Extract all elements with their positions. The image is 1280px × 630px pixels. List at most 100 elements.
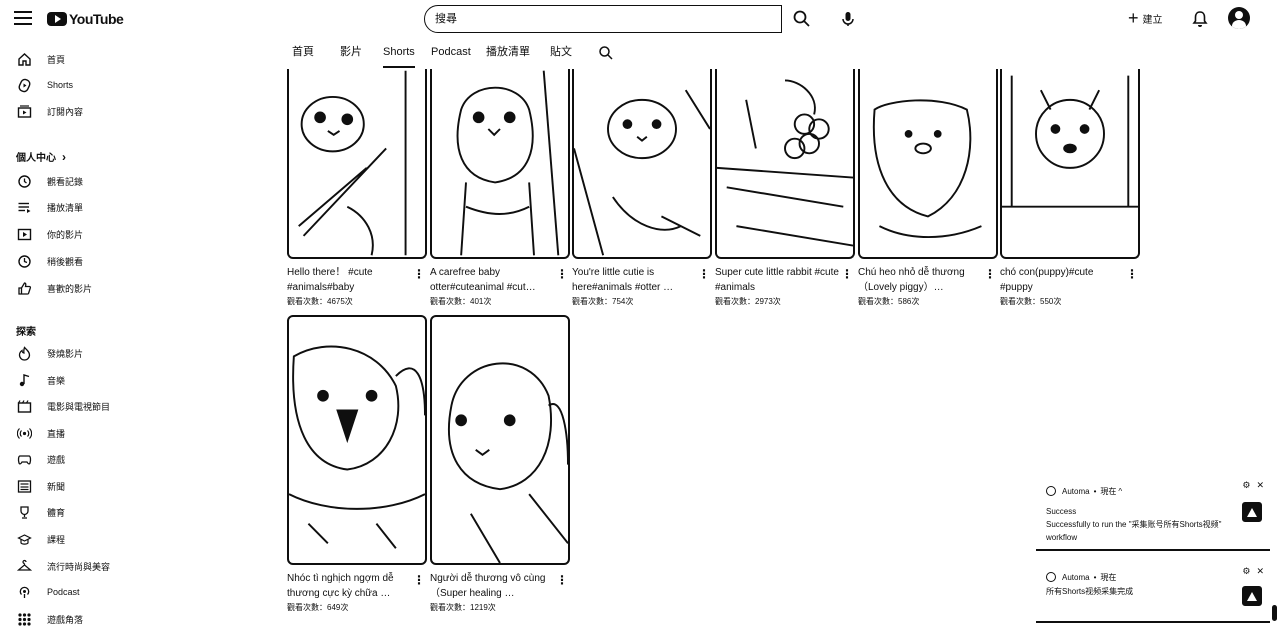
short-thumbnail[interactable] (572, 69, 712, 259)
create-label: 建立 (1142, 14, 1163, 26)
channel-search-icon[interactable] (598, 45, 614, 61)
more-options-icon[interactable]: ⋮ (698, 267, 710, 281)
short-title[interactable]: A carefree baby otter#cuteanimal #cut… (430, 265, 554, 295)
sidebar-item-watch-later[interactable]: 稍後觀看 (16, 251, 83, 271)
sidebar-item-home[interactable]: 首頁 (16, 49, 65, 69)
short-thumbnail[interactable] (430, 315, 570, 565)
tab-home[interactable]: 首頁 (292, 42, 314, 68)
sidebar-item-movies[interactable]: 電影與電視節目 (16, 396, 110, 416)
notifications-icon[interactable] (1190, 9, 1210, 29)
notification-header: Automa • 現在 ^ (1036, 485, 1270, 497)
notification-body: 所有Shorts视频采集完成 (1036, 585, 1226, 598)
movies-icon (16, 398, 32, 414)
sidebar-item-news[interactable]: 新聞 (16, 476, 65, 496)
sidebar-item-history[interactable]: 觀看記錄 (16, 171, 83, 191)
tab-podcast[interactable]: Podcast (431, 42, 471, 68)
notification-time: 現在 (1100, 572, 1117, 582)
short-thumbnail[interactable] (287, 315, 427, 565)
search-icon[interactable] (792, 9, 812, 29)
sidebar-item-label: 首頁 (47, 54, 66, 65)
automa-notification[interactable]: Automa • 現在 ⚙ ✕ 所有Shorts视频采集完成 (1036, 566, 1270, 623)
sidebar-item-label: 稍後觀看 (47, 256, 84, 267)
sidebar-item-shorts[interactable]: Shorts (16, 75, 73, 95)
playables-icon (16, 611, 32, 627)
microphone-icon[interactable] (838, 9, 858, 29)
automa-notification[interactable]: Automa • 現在 ^ ⚙ ✕ Success Successfully t… (1036, 480, 1270, 551)
short-card[interactable]: chó con(puppy)#cute #puppy 觀看次數：550次 ⋮ (1000, 69, 1140, 307)
short-views: 觀看次數：550次 (1000, 297, 1062, 306)
short-thumbnail[interactable] (1000, 69, 1140, 259)
sidebar-item-subscriptions[interactable]: 訂閱內容 (16, 101, 83, 121)
sidebar-item-label: 訂閱內容 (47, 106, 84, 117)
sidebar-item-label: 體育 (47, 507, 66, 518)
create-button[interactable]: + 建立 (1128, 9, 1163, 27)
more-options-icon[interactable]: ⋮ (841, 267, 853, 281)
trophy-icon (16, 504, 32, 520)
more-options-icon[interactable]: ⋮ (413, 267, 425, 281)
hanger-icon (16, 558, 32, 574)
close-icon[interactable]: ✕ (1256, 566, 1264, 577)
sidebar-item-courses[interactable]: 課程 (16, 529, 65, 549)
notification-time: 現在 (1100, 486, 1117, 496)
thumbs-up-icon (16, 280, 32, 296)
sidebar-item-playlists[interactable]: 播放清單 (16, 197, 83, 217)
short-title[interactable]: Super cute little rabbit #cute #animals (715, 265, 839, 295)
short-title[interactable]: chó con(puppy)#cute #puppy (1000, 265, 1124, 295)
sidebar-item-label: 遊戲角落 (47, 614, 84, 625)
settings-icon[interactable]: ⚙ (1242, 480, 1250, 491)
tab-shorts[interactable]: Shorts (383, 42, 415, 68)
menu-icon[interactable] (14, 11, 32, 25)
notification-source: Automa (1062, 486, 1090, 496)
short-card[interactable]: A carefree baby otter#cuteanimal #cut… 觀… (430, 69, 570, 307)
chevron-right-icon: › (62, 149, 66, 164)
short-card[interactable]: Nhóc tì nghịch ngợm dễ thương cực kỳ chữ… (287, 315, 427, 613)
more-options-icon[interactable]: ⋮ (556, 267, 568, 281)
chevron-up-icon[interactable]: ^ (1118, 487, 1122, 496)
tab-posts[interactable]: 貼文 (550, 42, 572, 68)
short-card[interactable]: You're little cutie is here#animals #ott… (572, 69, 712, 307)
sidebar-item-your-videos[interactable]: 你的影片 (16, 224, 83, 244)
more-options-icon[interactable]: ⋮ (413, 573, 425, 587)
sidebar-item-sports[interactable]: 體育 (16, 502, 65, 522)
more-options-icon[interactable]: ⋮ (984, 267, 996, 281)
scrollbar[interactable] (1272, 605, 1277, 621)
sidebar-item-live[interactable]: 直播 (16, 423, 65, 443)
short-card[interactable]: Người dễ thương vô cùng（Super healing … … (430, 315, 570, 613)
sidebar-item-gaming[interactable]: 遊戲 (16, 449, 65, 469)
short-thumbnail[interactable] (430, 69, 570, 259)
sidebar-item-label: 新聞 (47, 481, 66, 492)
avatar[interactable] (1228, 7, 1250, 29)
short-title[interactable]: Hello there！ #cute #animals#baby (287, 265, 411, 295)
sidebar-item-trending[interactable]: 發燒影片 (16, 343, 83, 363)
more-options-icon[interactable]: ⋮ (1126, 267, 1138, 281)
short-title[interactable]: You're little cutie is here#animals #ott… (572, 265, 696, 295)
sidebar-item-label: 音樂 (47, 375, 66, 386)
short-card[interactable]: Chú heo nhỏ dễ thương（Lovely piggy）… 觀看次… (858, 69, 998, 307)
short-title[interactable]: Nhóc tì nghịch ngợm dễ thương cực kỳ chữ… (287, 571, 411, 601)
sidebar-item-label: 喜歡的影片 (47, 283, 93, 294)
short-thumbnail[interactable] (858, 69, 998, 259)
tab-videos[interactable]: 影片 (340, 42, 362, 68)
tab-playlists[interactable]: 播放清單 (486, 42, 530, 68)
sidebar-item-playables[interactable]: 遊戲角落 (16, 609, 83, 629)
short-thumbnail[interactable] (715, 69, 855, 259)
short-title[interactable]: Chú heo nhỏ dễ thương（Lovely piggy）… (858, 265, 982, 295)
short-card[interactable]: Super cute little rabbit #cute #animals … (715, 69, 855, 307)
notification-controls: ⚙ ✕ (1242, 480, 1264, 491)
sidebar-item-music[interactable]: 音樂 (16, 370, 65, 390)
search-input[interactable] (424, 5, 782, 33)
short-title[interactable]: Người dễ thương vô cùng（Super healing … (430, 571, 554, 601)
youtube-logo[interactable]: YouTube (47, 10, 124, 28)
short-thumbnail[interactable] (287, 69, 427, 259)
sidebar-item-fashion[interactable]: 流行時尚與美容 (16, 556, 110, 576)
more-options-icon[interactable]: ⋮ (556, 573, 568, 587)
short-card[interactable]: Hello there！ #cute #animals#baby 觀看次數：46… (287, 69, 427, 307)
news-icon (16, 478, 32, 494)
settings-icon[interactable]: ⚙ (1242, 566, 1250, 577)
sidebar-item-liked[interactable]: 喜歡的影片 (16, 278, 92, 298)
sidebar-item-label: 遊戲 (47, 454, 66, 465)
close-icon[interactable]: ✕ (1256, 480, 1264, 491)
sidebar-item-podcast[interactable]: Podcast (16, 582, 80, 602)
you-heading[interactable]: 個人中心 › (16, 149, 66, 165)
clock-icon (1046, 572, 1056, 582)
